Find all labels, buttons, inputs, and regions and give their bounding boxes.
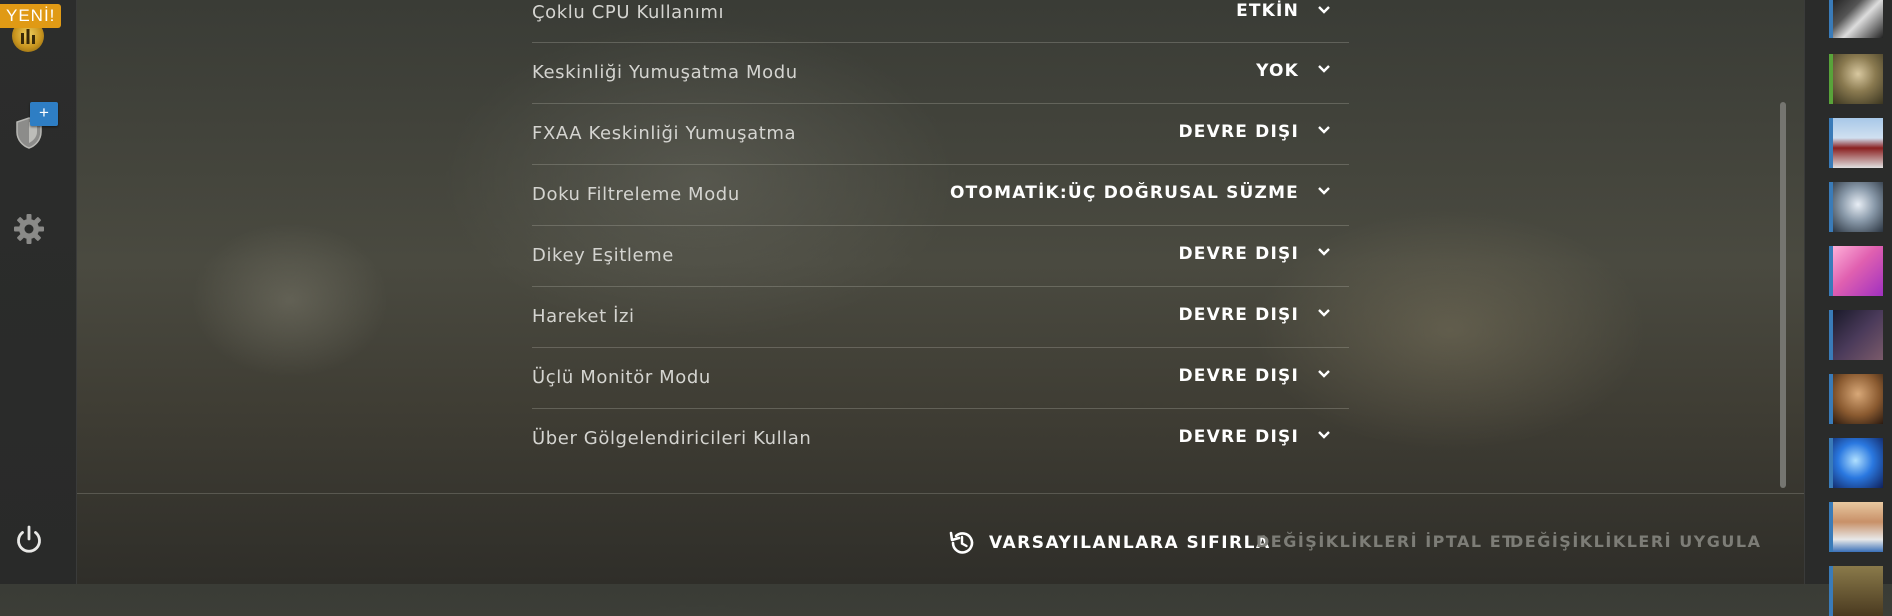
setting-row-vsync[interactable]: Dikey Eşitleme DEVRE DIŞI bbox=[532, 226, 1349, 287]
chevron-down-icon[interactable] bbox=[1317, 64, 1331, 74]
settings-scrollbar[interactable] bbox=[1780, 102, 1786, 488]
gear-icon[interactable] bbox=[12, 212, 46, 250]
setting-label: FXAA Keskinliği Yumuşatma bbox=[532, 123, 797, 144]
chevron-down-icon[interactable] bbox=[1317, 369, 1331, 379]
chevron-down-icon[interactable] bbox=[1317, 247, 1331, 257]
friend-avatar[interactable] bbox=[1829, 502, 1883, 552]
setting-row-uber-shaders[interactable]: Über Gölgelendiricileri Kullan DEVRE DIŞ… bbox=[532, 409, 1349, 469]
friend-avatar[interactable] bbox=[1829, 54, 1883, 104]
friend-avatar[interactable] bbox=[1829, 182, 1883, 232]
setting-value[interactable]: DEVRE DIŞI bbox=[1178, 305, 1299, 325]
chevron-down-icon[interactable] bbox=[1317, 5, 1331, 15]
setting-label: Üçlü Monitör Modu bbox=[532, 367, 711, 388]
new-badge: YENİ! bbox=[0, 4, 62, 28]
reset-defaults-label: VARSAYILANLARA SIFIRLA bbox=[989, 533, 1271, 553]
history-icon bbox=[949, 531, 974, 554]
setting-row-antialiasing[interactable]: Keskinliği Yumuşatma Modu YOK bbox=[532, 43, 1349, 104]
friend-avatar[interactable] bbox=[1829, 118, 1883, 168]
friend-avatar[interactable] bbox=[1829, 246, 1883, 296]
setting-label: Dikey Eşitleme bbox=[532, 245, 674, 266]
setting-value[interactable]: YOK bbox=[1256, 61, 1299, 81]
setting-label: Über Gölgelendiricileri Kullan bbox=[532, 428, 812, 449]
chevron-down-icon[interactable] bbox=[1317, 125, 1331, 135]
friend-avatar[interactable] bbox=[1829, 0, 1883, 38]
add-badge[interactable]: + bbox=[30, 102, 58, 126]
chevron-down-icon[interactable] bbox=[1317, 308, 1331, 318]
setting-row-fxaa[interactable]: FXAA Keskinliği Yumuşatma DEVRE DIŞI bbox=[532, 104, 1349, 165]
chevron-down-icon[interactable] bbox=[1317, 430, 1331, 440]
setting-value[interactable]: DEVRE DIŞI bbox=[1178, 244, 1299, 264]
setting-row-multicore[interactable]: Çoklu CPU Kullanımı ETKİN bbox=[532, 0, 1349, 43]
setting-value[interactable]: DEVRE DIŞI bbox=[1178, 427, 1299, 447]
footer-divider bbox=[77, 493, 1804, 494]
setting-label: Keskinliği Yumuşatma Modu bbox=[532, 62, 798, 83]
apply-changes-button[interactable]: DEĞİŞİKLİKLERİ UYGULA bbox=[1510, 532, 1761, 551]
cancel-changes-button[interactable]: DEĞİŞİKLİKLERİ İPTAL ET bbox=[1256, 532, 1515, 551]
setting-label: Doku Filtreleme Modu bbox=[532, 184, 740, 205]
scrollbar-thumb[interactable] bbox=[1780, 102, 1786, 488]
setting-value[interactable]: DEVRE DIŞI bbox=[1178, 366, 1299, 386]
setting-row-texture-filtering[interactable]: Doku Filtreleme Modu OTOMATİK:ÜÇ DOĞRUSA… bbox=[532, 165, 1349, 226]
left-sidebar: YENİ! + bbox=[0, 0, 77, 584]
setting-value[interactable]: DEVRE DIŞI bbox=[1178, 122, 1299, 142]
setting-value[interactable]: ETKİN bbox=[1236, 1, 1299, 21]
setting-row-triple-monitor[interactable]: Üçlü Monitör Modu DEVRE DIŞI bbox=[532, 348, 1349, 409]
friend-avatar[interactable] bbox=[1829, 566, 1883, 616]
friend-avatar[interactable] bbox=[1829, 438, 1883, 488]
setting-label: Hareket İzi bbox=[532, 306, 635, 327]
friend-avatar[interactable] bbox=[1829, 374, 1883, 424]
power-icon[interactable] bbox=[12, 523, 46, 561]
friend-avatar[interactable] bbox=[1829, 310, 1883, 360]
setting-value[interactable]: OTOMATİK:ÜÇ DOĞRUSAL SÜZME bbox=[950, 183, 1299, 203]
friends-sidebar bbox=[1804, 0, 1892, 616]
video-settings-list: Çoklu CPU Kullanımı ETKİN Keskinliği Yum… bbox=[532, 0, 1349, 469]
setting-label: Çoklu CPU Kullanımı bbox=[532, 2, 725, 23]
reset-defaults-button[interactable]: VARSAYILANLARA SIFIRLA bbox=[947, 528, 1271, 558]
setting-row-motion-blur[interactable]: Hareket İzi DEVRE DIŞI bbox=[532, 287, 1349, 348]
chevron-down-icon[interactable] bbox=[1317, 186, 1331, 196]
